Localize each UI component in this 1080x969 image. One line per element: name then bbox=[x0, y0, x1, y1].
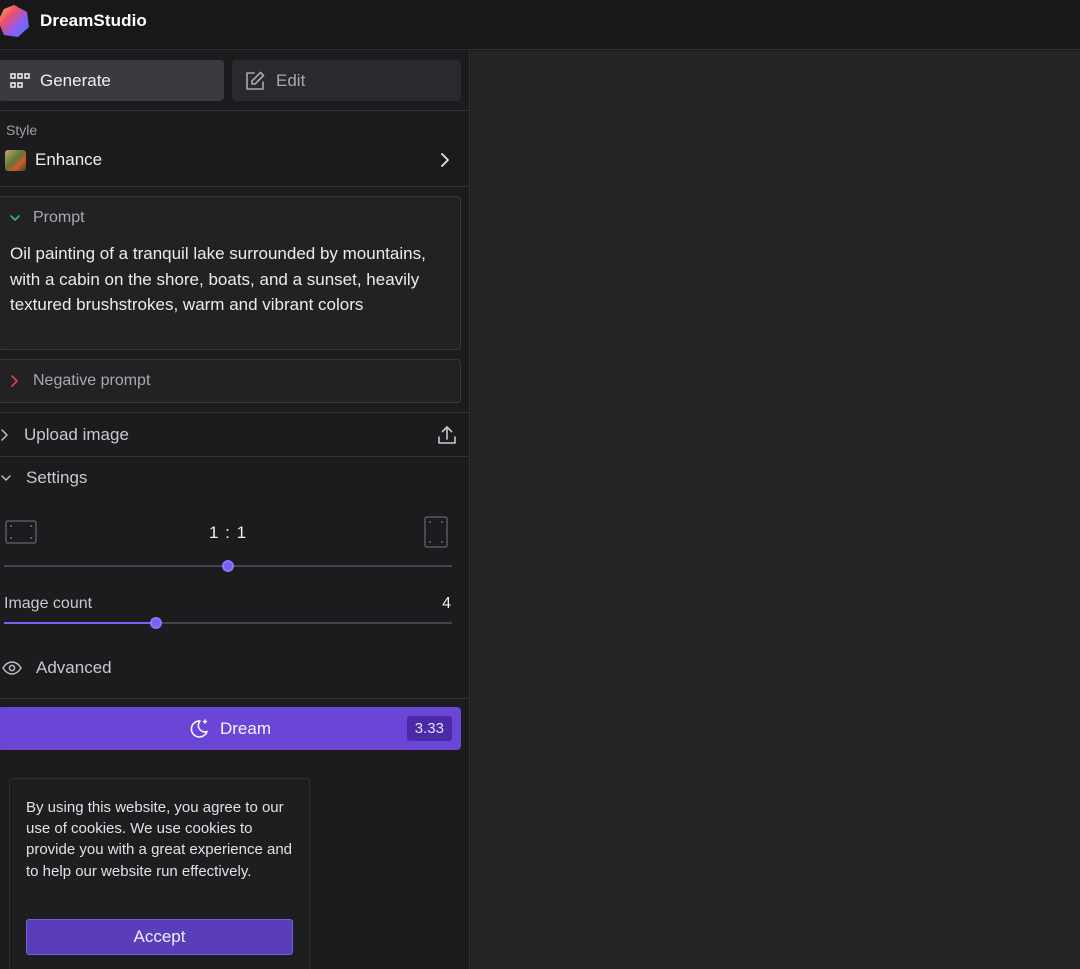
chevron-right-icon bbox=[1, 429, 8, 441]
aspect-ratio-slider-thumb[interactable] bbox=[222, 560, 234, 572]
cookie-banner: By using this website, you agree to our … bbox=[9, 778, 310, 969]
image-count-label: Image count bbox=[4, 595, 93, 612]
eye-icon bbox=[2, 661, 22, 675]
divider bbox=[0, 186, 470, 187]
image-count-slider-fill bbox=[4, 622, 156, 624]
chevron-down-icon bbox=[1, 475, 11, 481]
grid-icon bbox=[10, 72, 30, 88]
aspect-ratio-value: 1 : 1 bbox=[208, 523, 248, 542]
dreamstudio-logo-icon[interactable] bbox=[0, 3, 32, 39]
top-bar: DreamStudio bbox=[0, 0, 1080, 50]
prompt-label: Prompt bbox=[33, 209, 85, 226]
image-count-slider[interactable] bbox=[4, 617, 452, 629]
generate-tab-label: Generate bbox=[40, 70, 111, 90]
aspect-ratio-slider[interactable] bbox=[4, 560, 452, 572]
cookie-banner-text: By using this website, you agree to our … bbox=[26, 799, 293, 880]
divider bbox=[0, 412, 470, 413]
image-canvas-area bbox=[471, 51, 1080, 969]
accept-cookies-button[interactable]: Accept bbox=[26, 919, 293, 955]
negative-prompt-header[interactable]: Negative prompt bbox=[9, 372, 150, 390]
style-selector[interactable]: Enhance bbox=[0, 146, 470, 176]
image-count-value: 4 bbox=[442, 595, 451, 612]
divider bbox=[0, 456, 470, 457]
upload-image-row[interactable]: Upload image bbox=[0, 423, 470, 447]
dream-button[interactable]: Dream 3.33 bbox=[0, 707, 461, 750]
credit-cost-badge: 3.33 bbox=[406, 716, 452, 741]
chevron-down-icon bbox=[10, 215, 20, 221]
negative-prompt-label: Negative prompt bbox=[33, 372, 151, 389]
settings-header[interactable]: Settings bbox=[0, 466, 470, 490]
negative-prompt-panel[interactable]: Negative prompt bbox=[0, 359, 461, 403]
edit-tab-label: Edit bbox=[276, 70, 306, 90]
style-label: Style bbox=[6, 122, 38, 138]
divider bbox=[0, 110, 470, 111]
prompt-textarea[interactable]: Oil painting of a tranquil lake surround… bbox=[10, 241, 450, 318]
upload-image-label: Upload image bbox=[24, 425, 129, 444]
style-value: Enhance bbox=[35, 150, 103, 169]
prompt-header[interactable]: Prompt bbox=[9, 209, 85, 227]
style-thumbnail bbox=[5, 150, 26, 171]
prompt-panel[interactable]: Prompt Oil painting of a tranquil lake s… bbox=[0, 196, 461, 350]
advanced-toggle[interactable]: Advanced bbox=[0, 656, 470, 680]
generate-tab[interactable]: Generate bbox=[0, 60, 224, 101]
portrait-frame-icon[interactable] bbox=[424, 516, 448, 548]
dream-button-label: Dream bbox=[219, 718, 271, 738]
upload-icon[interactable] bbox=[436, 424, 458, 446]
advanced-label: Advanced bbox=[36, 658, 112, 677]
image-count-slider-thumb[interactable] bbox=[150, 617, 162, 629]
app-name: DreamStudio bbox=[40, 11, 147, 30]
divider bbox=[0, 698, 470, 699]
edit-pencil-icon bbox=[246, 71, 265, 90]
chevron-right-icon bbox=[441, 153, 449, 167]
edit-tab[interactable]: Edit bbox=[232, 60, 461, 101]
moon-stars-icon bbox=[190, 718, 208, 738]
settings-label: Settings bbox=[26, 468, 88, 487]
chevron-right-icon bbox=[11, 375, 18, 387]
generation-sidebar: Generate Edit Style Enhance Prompt Oil p… bbox=[0, 51, 470, 969]
